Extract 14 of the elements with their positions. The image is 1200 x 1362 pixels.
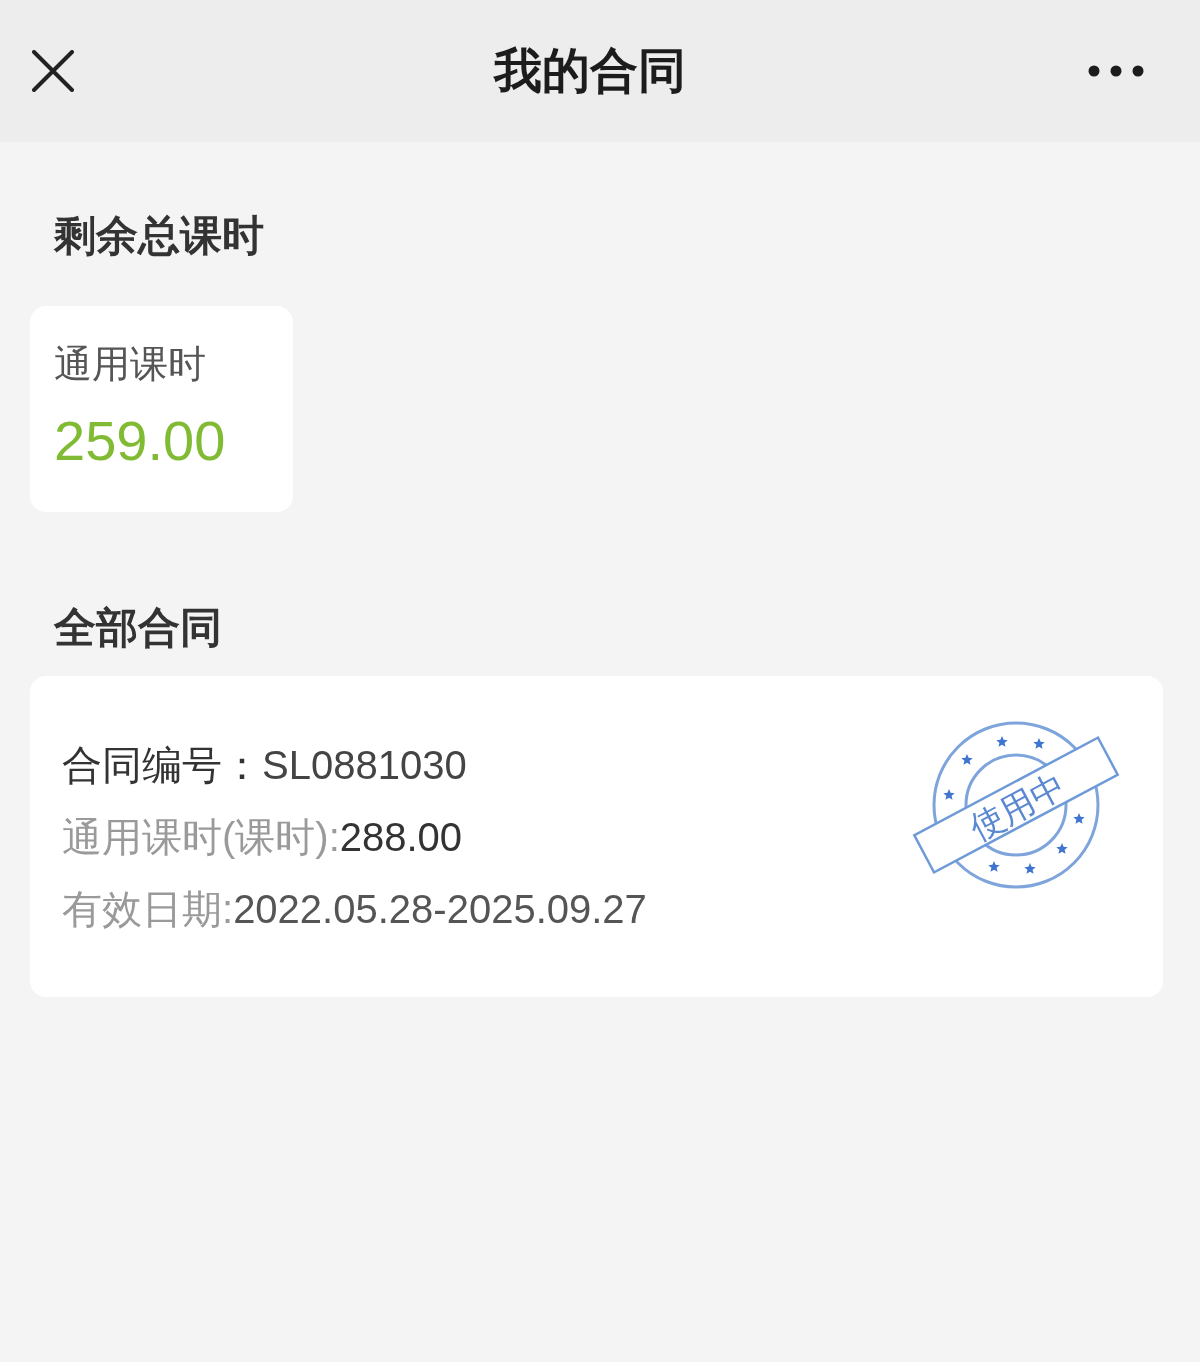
hours-label: 通用课时 (54, 342, 207, 387)
section-heading: 全部合同 (54, 603, 223, 653)
more-icon (1088, 65, 1144, 77)
contract-hours: 288.00 (339, 814, 463, 861)
contract-number: SL0881030 (262, 742, 467, 789)
contract-card[interactable]: 合同编号：SL0881030 通用课时(课时):288.00 有效日期:2022.05.28-2025.09.27 使用中 (30, 676, 1163, 997)
section-heading: 剩余总课时 (54, 211, 265, 261)
hours-field-label: 通用课时(课时): (62, 814, 340, 861)
contract-number-label: 合同编号： (62, 742, 262, 789)
validity-label: 有效日期: (62, 886, 234, 933)
validity-dates: 2022.05.28-2025.09.27 (233, 886, 647, 933)
hours-value: 259.00 (54, 408, 227, 474)
page-title: 我的合同 (492, 43, 687, 99)
close-icon (32, 50, 74, 92)
